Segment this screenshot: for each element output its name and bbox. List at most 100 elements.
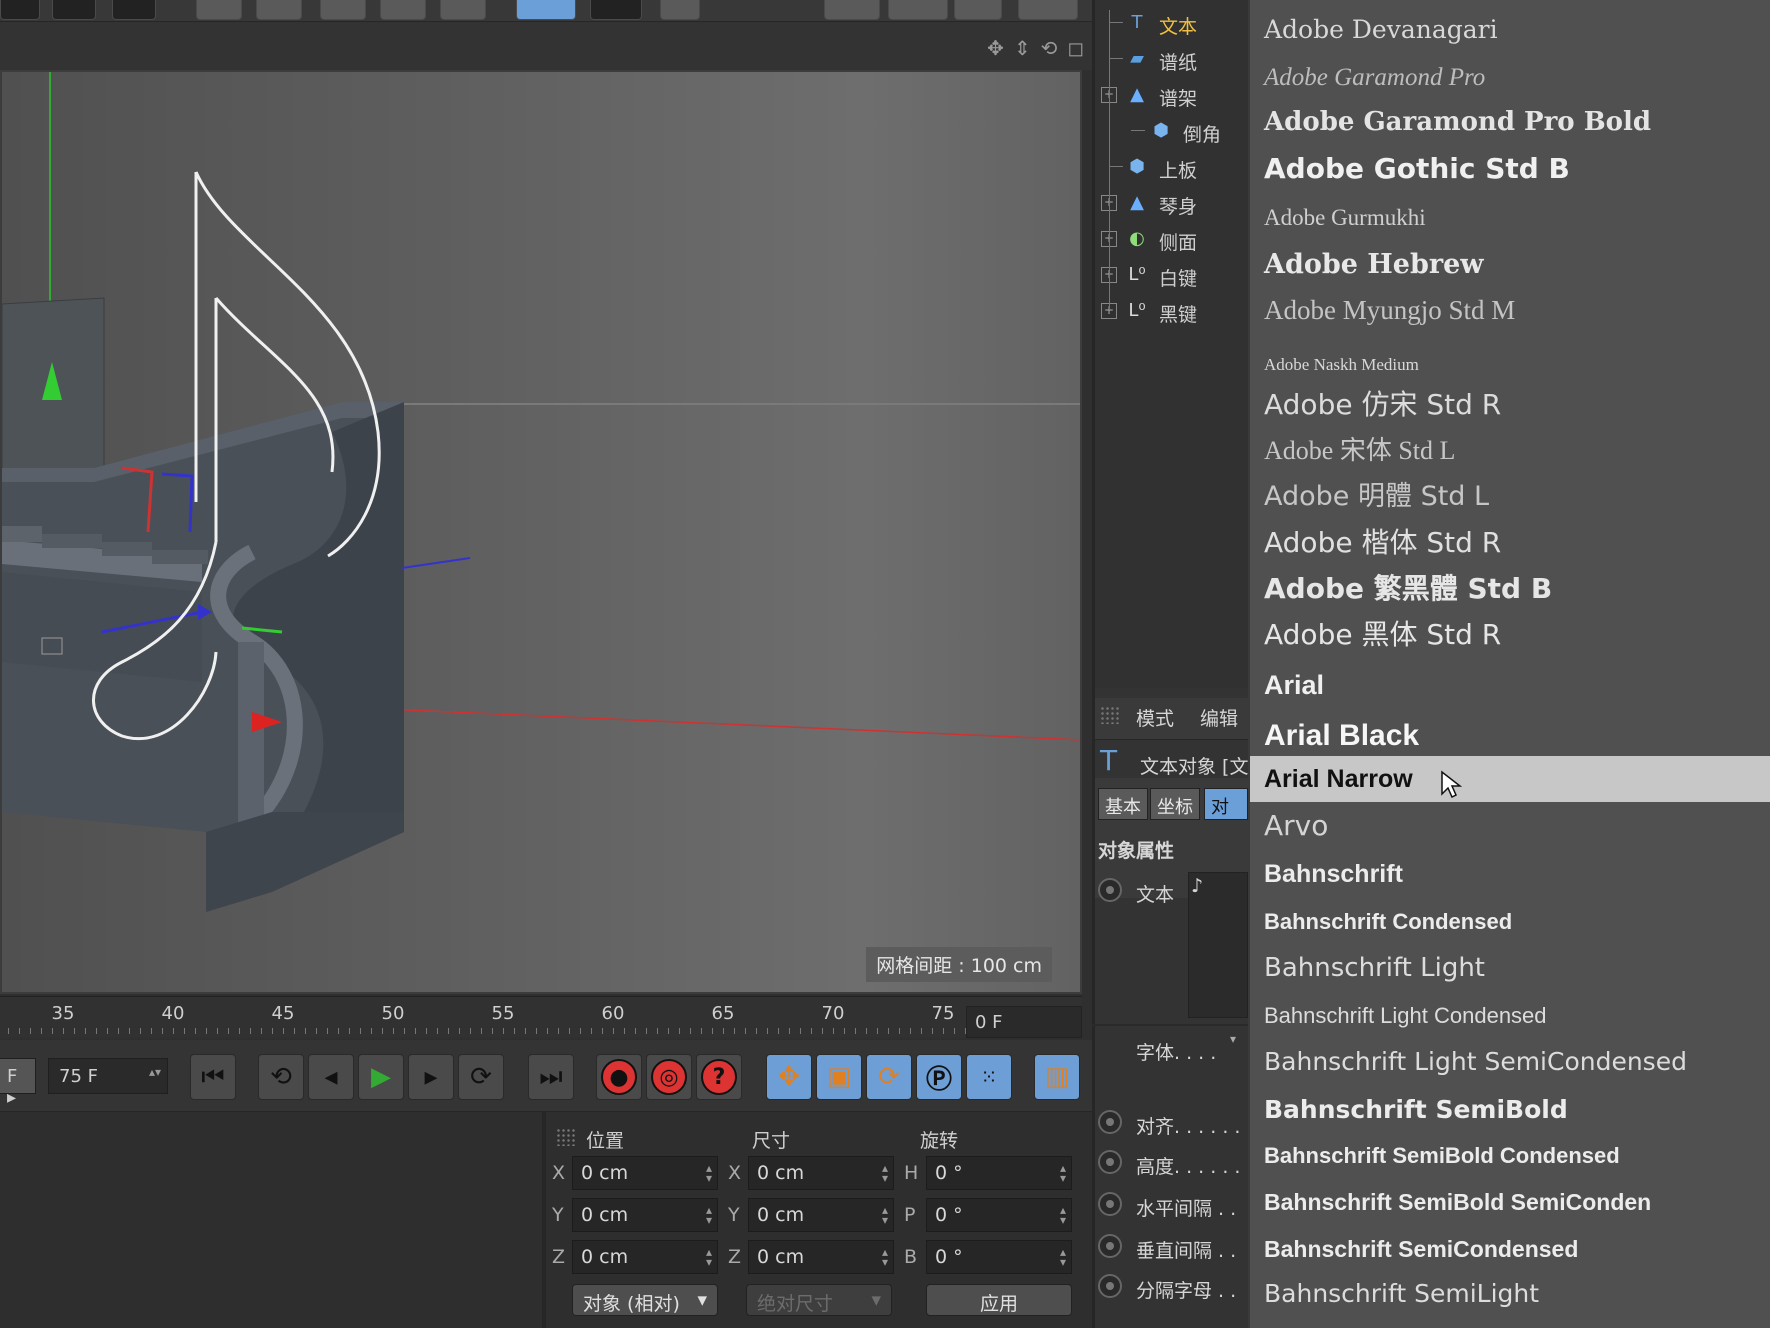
- key-position-button[interactable]: ✥: [766, 1054, 812, 1100]
- start-frame-field[interactable]: F ▸: [0, 1058, 36, 1108]
- tab-object[interactable]: 对象: [1204, 788, 1248, 820]
- font-option[interactable]: Bahnschrift: [1250, 852, 1770, 896]
- timeline-window-button[interactable]: ▥: [1034, 1054, 1080, 1100]
- font-option[interactable]: Adobe Hebrew: [1250, 244, 1770, 286]
- move-view-icon[interactable]: ✥: [987, 36, 1004, 60]
- font-option[interactable]: Adobe Garamond Pro Bold: [1250, 102, 1770, 142]
- font-option[interactable]: Arvo: [1250, 804, 1770, 848]
- size-field[interactable]: 0 cm ▴ ▾: [748, 1240, 894, 1274]
- font-option[interactable]: Bahnschrift SemiLight: [1250, 1272, 1770, 1316]
- font-option[interactable]: Arial: [1250, 664, 1770, 706]
- zoom-view-icon[interactable]: ⇕: [1014, 36, 1031, 60]
- object-tree-item[interactable]: +L⁰白键: [1095, 258, 1251, 292]
- workplane-button[interactable]: [954, 0, 1002, 20]
- maximize-view-icon[interactable]: ◻: [1067, 36, 1084, 60]
- cube-tool-button[interactable]: [196, 0, 242, 20]
- next-key-button[interactable]: ⟳: [458, 1054, 504, 1100]
- rotation-field[interactable]: 0 ° ▴ ▾: [926, 1156, 1072, 1190]
- spinner-icon[interactable]: ▴ ▾: [706, 1246, 712, 1268]
- play-button[interactable]: ▶: [358, 1054, 404, 1100]
- font-dropdown-list[interactable]: Adobe Devanagari Adobe Garamond Pro Adobe …: [1248, 0, 1770, 1328]
- next-frame-button[interactable]: ▸: [408, 1054, 454, 1100]
- font-option[interactable]: Adobe Myungjo Std M: [1250, 290, 1770, 330]
- font-option[interactable]: Bahnschrift Light SemiCondensed: [1250, 1040, 1770, 1084]
- spinner-icon[interactable]: ▴ ▾: [1060, 1246, 1066, 1268]
- timeline-ruler[interactable]: 35 40 45 50 55 60 65 70 75: [0, 996, 1082, 1038]
- spinner-icon[interactable]: ▴ ▾: [882, 1246, 888, 1268]
- object-tree-item[interactable]: ⬢ 倒角: [1095, 114, 1251, 148]
- font-option[interactable]: Adobe Gurmukhi: [1250, 198, 1770, 238]
- font-option[interactable]: Adobe 繁黑體 Std B: [1250, 568, 1770, 610]
- subdivision-tool-button[interactable]: [320, 0, 366, 20]
- object-tree-item[interactable]: +▲琴身: [1095, 186, 1251, 220]
- tab-coord[interactable]: 坐标: [1150, 788, 1200, 820]
- axis-tool-button[interactable]: [888, 0, 948, 20]
- spinner-icon[interactable]: ▴ ▾: [882, 1162, 888, 1184]
- object-tree-item[interactable]: + L⁰ 黑键: [1095, 294, 1251, 328]
- font-option[interactable]: Bahnschrift SemiBold SemiConden: [1250, 1180, 1770, 1224]
- camera-tool-button[interactable]: [590, 0, 642, 20]
- array-tool-button[interactable]: [380, 0, 426, 20]
- current-frame-field[interactable]: 0 F: [966, 1006, 1082, 1038]
- auto-key-button[interactable]: ◎: [646, 1054, 692, 1100]
- object-tree-item[interactable]: +◐侧面: [1095, 222, 1251, 256]
- attr-menu-mode[interactable]: 模式: [1136, 704, 1174, 731]
- position-field[interactable]: 0 cm ▴ ▾: [572, 1240, 718, 1274]
- key-rotation-button[interactable]: ⟳: [866, 1054, 912, 1100]
- panel-grip-icon[interactable]: [556, 1128, 576, 1146]
- 3d-viewport[interactable]: 网格间距 : 100 cm: [0, 70, 1082, 994]
- rotate-view-icon[interactable]: ⟲: [1041, 36, 1058, 60]
- snap-tool-button[interactable]: [824, 0, 880, 20]
- floor-tool-button[interactable]: [516, 0, 576, 20]
- object-tree-item[interactable]: T 文本: [1095, 6, 1251, 40]
- font-option[interactable]: Bahnschrift SemiBold: [1250, 1088, 1770, 1132]
- grid-tool-button[interactable]: [1018, 0, 1078, 20]
- font-option[interactable]: Bahnschrift Light: [1250, 946, 1770, 990]
- font-option[interactable]: Bahnschrift Condensed: [1250, 902, 1770, 942]
- key-param-button[interactable]: Ⓟ: [916, 1054, 962, 1100]
- pen-tool-button[interactable]: [256, 0, 302, 20]
- spinner-icon[interactable]: ▴ ▾: [706, 1204, 712, 1226]
- end-frame-field[interactable]: 75 F ▴▾: [48, 1058, 168, 1094]
- font-option[interactable]: Adobe Garamond Pro: [1250, 58, 1770, 98]
- go-to-start-button[interactable]: ⏮: [190, 1054, 236, 1100]
- font-option[interactable]: Adobe Devanagari: [1250, 10, 1770, 50]
- size-field[interactable]: 0 cm ▴ ▾: [748, 1156, 894, 1190]
- param-animate-radio[interactable]: [1098, 1150, 1122, 1174]
- deformer-tool-button[interactable]: [440, 0, 486, 20]
- attr-grip-icon[interactable]: [1100, 706, 1120, 724]
- spinner-icon[interactable]: ▴ ▾: [706, 1162, 712, 1184]
- chevron-down-icon[interactable]: ▾: [1230, 1032, 1236, 1046]
- param-animate-radio[interactable]: [1098, 1110, 1122, 1134]
- size-field[interactable]: 0 cm ▴ ▾: [748, 1198, 894, 1232]
- font-option[interactable]: Adobe 明體 Std L: [1250, 476, 1770, 518]
- font-option[interactable]: Adobe 仿宋 Std R: [1250, 384, 1770, 426]
- attr-menu-edit[interactable]: 编辑: [1200, 704, 1238, 731]
- font-option[interactable]: Bahnschrift Light Condensed: [1250, 996, 1770, 1036]
- spinner-icon[interactable]: ▴ ▾: [1060, 1204, 1066, 1226]
- font-option[interactable]: Adobe 黑体 Std R: [1250, 614, 1770, 656]
- rotation-field[interactable]: 0 ° ▴ ▾: [926, 1198, 1072, 1232]
- position-field[interactable]: 0 cm ▴ ▾: [572, 1156, 718, 1190]
- tab-basic[interactable]: 基本: [1098, 788, 1148, 820]
- object-tree-item[interactable]: +▲谱架: [1095, 78, 1251, 112]
- key-scale-button[interactable]: ▣: [816, 1054, 862, 1100]
- font-option[interactable]: Arial Black: [1250, 712, 1770, 760]
- spinner-icon[interactable]: ▴ ▾: [1060, 1162, 1066, 1184]
- param-animate-radio[interactable]: [1098, 1274, 1122, 1298]
- font-option-selected[interactable]: Arial Narrow: [1250, 756, 1770, 802]
- key-point-button[interactable]: ⁙: [966, 1054, 1012, 1100]
- param-animate-radio[interactable]: [1098, 1234, 1122, 1258]
- rotation-field[interactable]: 0 ° ▴ ▾: [926, 1240, 1072, 1274]
- light-tool-button[interactable]: [660, 0, 700, 20]
- font-option[interactable]: Adobe 宋体 Std L: [1250, 430, 1770, 472]
- apply-button[interactable]: 应用: [926, 1284, 1072, 1316]
- font-option[interactable]: Bahnschrift SemiBold Condensed: [1250, 1136, 1770, 1176]
- render-view-button[interactable]: [0, 0, 40, 20]
- prev-key-button[interactable]: ⟲: [258, 1054, 304, 1100]
- go-to-end-button[interactable]: ⏭: [528, 1054, 574, 1100]
- record-keys-button[interactable]: ●: [596, 1054, 642, 1100]
- font-option[interactable]: Bahnschrift SemiCondensed: [1250, 1228, 1770, 1270]
- render-button[interactable]: [52, 0, 96, 20]
- spinner-icon[interactable]: ▴ ▾: [882, 1204, 888, 1226]
